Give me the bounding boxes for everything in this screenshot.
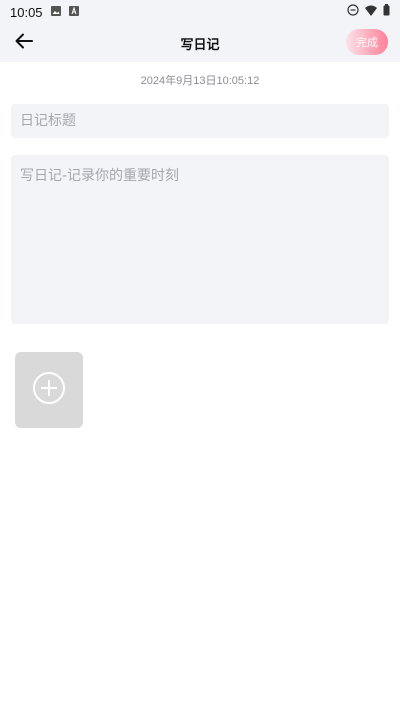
status-right xyxy=(347,4,390,20)
nav-bar: 写日记 完成 xyxy=(0,24,400,62)
arrow-left-icon xyxy=(15,33,33,53)
status-time: 10:05 xyxy=(10,4,43,20)
plus-circle-icon xyxy=(32,371,66,409)
page-title: 写日记 xyxy=(180,37,220,53)
diary-timestamp: 2024年9月13日10:05:12 xyxy=(140,75,260,87)
done-button[interactable]: 完成 xyxy=(346,29,388,55)
back-button[interactable] xyxy=(12,31,36,55)
add-image-button[interactable] xyxy=(15,352,83,428)
text-a-icon xyxy=(68,5,79,20)
write-diary-screen: 10:05 写日记 完成 2024年9月13日10:05:12 日记标题 写日记… xyxy=(0,0,400,720)
diary-title-input[interactable] xyxy=(11,104,389,138)
battery-icon xyxy=(383,4,390,20)
status-left: 10:05 xyxy=(10,5,79,20)
diary-content-textarea[interactable] xyxy=(11,155,389,324)
dnd-icon xyxy=(347,4,359,20)
status-bar: 10:05 xyxy=(0,0,400,24)
done-button-label: 完成 xyxy=(356,36,378,49)
wifi-icon xyxy=(365,5,377,20)
image-icon xyxy=(50,5,61,20)
